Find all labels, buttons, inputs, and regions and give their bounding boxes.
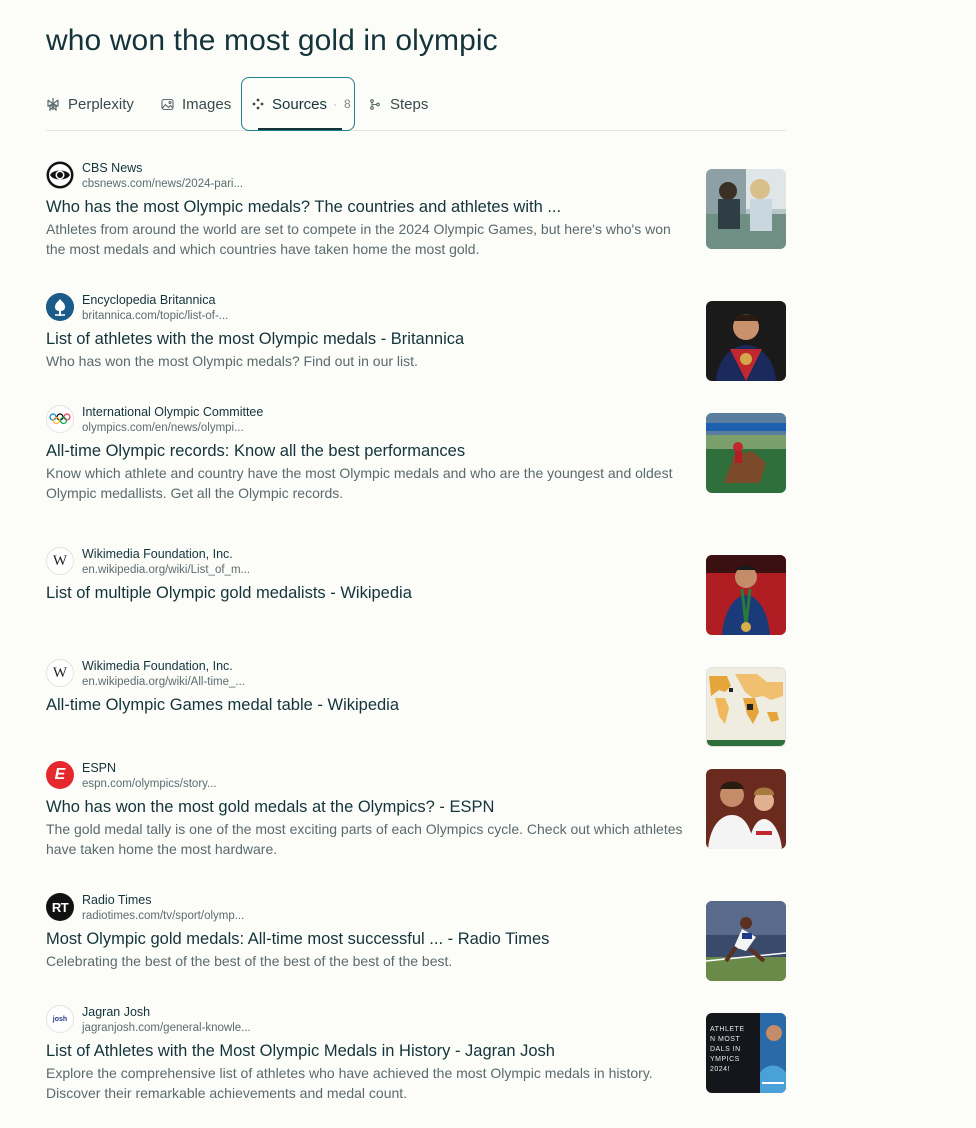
result-title[interactable]: List of Athletes with the Most Olympic M…: [46, 1042, 555, 1061]
result-thumbnail[interactable]: [706, 901, 786, 981]
source-name: Radio Times: [82, 893, 152, 907]
search-query-title: who won the most gold in olympic: [46, 24, 498, 57]
source-result-britannica[interactable]: Encyclopedia Britannica britannica.com/t…: [46, 288, 786, 398]
sources-count: 8: [344, 97, 351, 111]
separator-dot: ·: [333, 97, 338, 111]
result-thumbnail[interactable]: [706, 555, 786, 635]
britannica-thistle-icon: [46, 293, 74, 321]
tab-steps-label: Steps: [390, 95, 429, 113]
source-result-radiotimes[interactable]: RT Radio Times radiotimes.com/tv/sport/o…: [46, 888, 786, 998]
source-name: International Olympic Committee: [82, 405, 264, 419]
source-meta: josh Jagran Josh jagranjosh.com/general-…: [46, 1004, 251, 1036]
result-thumbnail[interactable]: [706, 769, 786, 849]
result-thumbnail[interactable]: ATHLETE N MOST DALS IN YMPICS 2024!: [706, 1013, 786, 1093]
result-snippet: Celebrating the best of the best of the …: [46, 953, 453, 969]
tab-sources[interactable]: Sources · 8: [241, 77, 355, 131]
wikipedia-glyph: W: [52, 664, 68, 681]
wikipedia-w-icon: W: [46, 547, 74, 575]
source-name: ESPN: [82, 761, 117, 775]
perplexity-icon: [46, 97, 60, 111]
result-snippet: Explore the comprehensive list of athlet…: [46, 1065, 653, 1101]
source-name: Jagran Josh: [82, 1005, 151, 1019]
jagran-josh-icon: josh: [46, 1005, 74, 1033]
source-result-jagranjosh[interactable]: josh Jagran Josh jagranjosh.com/general-…: [46, 1000, 786, 1110]
result-thumbnail[interactable]: [706, 169, 786, 249]
source-name: Encyclopedia Britannica: [82, 293, 216, 307]
source-url[interactable]: cbsnews.com/news/2024-pari...: [82, 176, 243, 192]
source-meta: W Wikimedia Foundation, Inc. en.wikipedi…: [46, 658, 245, 690]
tab-sources-label: Sources: [272, 95, 328, 113]
result-title[interactable]: Most Olympic gold medals: All-time most …: [46, 930, 549, 949]
source-url[interactable]: en.wikipedia.org/wiki/List_of_m...: [82, 562, 250, 578]
result-title[interactable]: All-time Olympic Games medal table - Wik…: [46, 696, 399, 715]
radio-times-rt-icon: RT: [46, 893, 74, 921]
sources-icon: [252, 97, 264, 111]
tab-perplexity[interactable]: Perplexity: [46, 77, 134, 131]
result-tabs: Perplexity Images Sources · 8 Steps: [46, 77, 786, 131]
result-title[interactable]: List of athletes with the most Olympic m…: [46, 330, 464, 349]
source-result-espn[interactable]: E ESPN espn.com/olympics/story... Who ha…: [46, 756, 786, 866]
result-thumbnail[interactable]: [706, 413, 786, 493]
olympic-rings-icon: [46, 405, 74, 433]
result-title[interactable]: All-time Olympic records: Know all the b…: [46, 442, 465, 461]
source-result-cbs[interactable]: CBS News cbsnews.com/news/2024-pari... W…: [46, 156, 786, 266]
source-url[interactable]: britannica.com/topic/list-of-...: [82, 308, 228, 324]
source-url[interactable]: espn.com/olympics/story...: [82, 776, 217, 792]
result-title[interactable]: List of multiple Olympic gold medalists …: [46, 584, 412, 603]
source-meta: CBS News cbsnews.com/news/2024-pari...: [46, 160, 243, 192]
tab-steps[interactable]: Steps: [368, 77, 428, 131]
source-meta: W Wikimedia Foundation, Inc. en.wikipedi…: [46, 546, 250, 578]
source-url[interactable]: jagranjosh.com/general-knowle...: [82, 1020, 251, 1036]
result-snippet: Who has won the most Olympic medals? Fin…: [46, 353, 418, 369]
wikipedia-w-icon: W: [46, 659, 74, 687]
source-url[interactable]: olympics.com/en/news/olympi...: [82, 420, 263, 436]
tab-images[interactable]: Images: [160, 77, 231, 131]
wikipedia-glyph: W: [52, 552, 68, 569]
result-snippet: Athletes from around the world are set t…: [46, 221, 671, 257]
source-url[interactable]: en.wikipedia.org/wiki/All-time_...: [82, 674, 245, 690]
source-meta: International Olympic Committee olympics…: [46, 404, 263, 436]
source-meta: RT Radio Times radiotimes.com/tv/sport/o…: [46, 892, 244, 924]
tab-perplexity-label: Perplexity: [68, 95, 134, 113]
cbs-eye-icon: [46, 161, 74, 189]
source-url[interactable]: radiotimes.com/tv/sport/olymp...: [82, 908, 244, 924]
source-meta: E ESPN espn.com/olympics/story...: [46, 760, 217, 792]
espn-glyph: E: [54, 766, 66, 783]
thumbnail-caption: ATHLETE N MOST DALS IN YMPICS 2024!: [710, 1026, 745, 1073]
result-snippet: Know which athlete and country have the …: [46, 465, 673, 501]
espn-e-icon: E: [46, 761, 74, 789]
result-title[interactable]: Who has won the most gold medals at the …: [46, 798, 494, 817]
result-thumbnail[interactable]: [706, 667, 786, 747]
source-name: Wikimedia Foundation, Inc.: [82, 547, 233, 561]
steps-icon: [368, 97, 382, 111]
source-name: Wikimedia Foundation, Inc.: [82, 659, 233, 673]
result-title[interactable]: Who has the most Olympic medals? The cou…: [46, 198, 561, 217]
tab-images-label: Images: [182, 95, 232, 113]
josh-glyph: josh: [52, 1015, 68, 1023]
radiotimes-glyph: RT: [51, 899, 69, 915]
source-name: CBS News: [82, 161, 143, 175]
result-snippet: The gold medal tally is one of the most …: [46, 821, 683, 857]
active-tab-underline: [258, 128, 342, 130]
image-icon: [160, 97, 174, 111]
source-meta: Encyclopedia Britannica britannica.com/t…: [46, 292, 228, 324]
source-result-wikipedia-1[interactable]: W Wikimedia Foundation, Inc. en.wikipedi…: [46, 542, 786, 652]
source-result-wikipedia-2[interactable]: W Wikimedia Foundation, Inc. en.wikipedi…: [46, 654, 786, 764]
source-result-ioc[interactable]: International Olympic Committee olympics…: [46, 400, 786, 510]
result-thumbnail[interactable]: [706, 301, 786, 381]
